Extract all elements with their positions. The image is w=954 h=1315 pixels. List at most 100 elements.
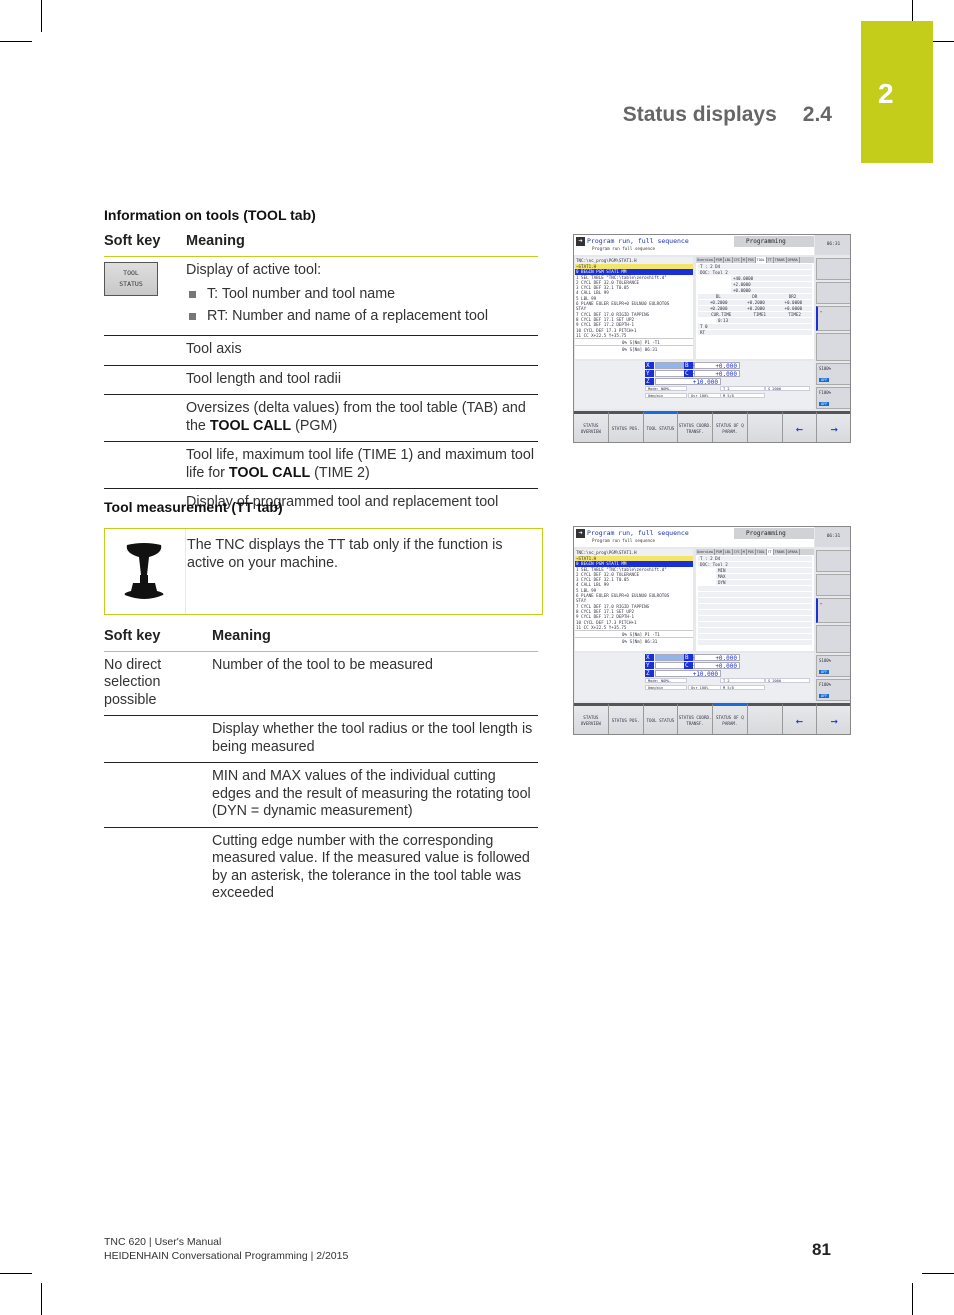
axis-value: +10.000 [655, 670, 721, 678]
spindle-button[interactable] [816, 258, 850, 280]
softkey[interactable]: ← [782, 703, 818, 734]
delta-value: +0.2000 [747, 300, 765, 305]
status-tab[interactable]: TRANS [774, 257, 787, 263]
machine-sidebar: ↔ S100% OFF F100% OFF [815, 548, 850, 701]
spindle-button[interactable] [816, 550, 850, 572]
info-tool: T 2 [720, 386, 765, 391]
info-mode: Mode: NOML. [645, 386, 687, 391]
tool-button[interactable] [816, 282, 850, 304]
table-row: Cutting edge number with the correspondi… [104, 827, 538, 909]
softkey[interactable]: STATUS POS. [608, 703, 644, 734]
table-row: MIN and MAX values of the individual cut… [104, 762, 538, 828]
softkey[interactable]: STATUS OVERVIEW [574, 703, 609, 734]
status-tab[interactable]: TOOL [756, 549, 767, 555]
table-row: Tool length and tool radii [104, 365, 538, 395]
status-tab[interactable]: TT [767, 257, 774, 263]
section-title-tool-tab: Information on tools (TOOL tab) [104, 207, 316, 223]
mode-title: Program run, full sequence [587, 237, 689, 245]
crop-mark [41, 1283, 42, 1315]
meaning-text: Cutting edge number with the correspondi… [212, 832, 530, 902]
status-window: Overview PGM LBL CYC M POS TOOL TT TRANS QPARA T :… [696, 257, 814, 359]
softkey[interactable]: STATUS COORD. TRANSF. [678, 411, 713, 442]
clock: 06:31 [815, 527, 850, 547]
softkey-text: No direct selection possible [104, 651, 212, 716]
footer: TNC 620 | User's Manual HEIDENHAIN Conve… [104, 1235, 348, 1263]
divider [185, 529, 186, 614]
softkey[interactable]: → [817, 411, 850, 442]
softkey[interactable]: STATUS OVERVIEW [574, 411, 609, 442]
softkey[interactable]: STATUS POS. [608, 411, 644, 442]
tt-edge-row [698, 598, 812, 603]
tool-button[interactable] [816, 574, 850, 596]
time-header: TIME2 [788, 312, 801, 317]
tt-edge-row [698, 586, 812, 591]
delta-value: +0.2000 [709, 300, 728, 305]
mode-subtitle: Program run full sequence [592, 538, 656, 543]
meaning-text: Oversizes (delta values) from the tool t… [186, 394, 538, 442]
note-text: The TNC displays the TT tab only if the … [187, 537, 503, 571]
tool-doc: DOC: Tool 2 [698, 270, 812, 275]
off-toggle[interactable]: OFF [819, 670, 830, 674]
softkey-label: STATUS POS. [611, 426, 640, 431]
meaning-text: Tool life, maximum tool life (TIME 1) an… [186, 441, 538, 489]
status-tab[interactable]: Overview [696, 549, 715, 555]
tool-status-softkey[interactable]: TOOL STATUS [104, 261, 158, 296]
crop-mark [0, 1273, 32, 1274]
off-toggle[interactable]: OFF [819, 402, 830, 406]
axis-label: C [684, 370, 693, 377]
softkey[interactable] [747, 703, 783, 734]
delta-header: DL [715, 294, 721, 299]
softkey[interactable]: TOOL STATUS [643, 411, 679, 442]
mode-subtitle: Program run full sequence [592, 246, 656, 251]
status-tab[interactable]: TOOL [755, 257, 767, 263]
running-head-section: 2.4 [802, 103, 832, 126]
spindle-override[interactable]: S100% OFF [816, 655, 850, 677]
softkey[interactable]: STATUS OF Q PARAM. [713, 411, 748, 442]
status-tab[interactable]: PGM [715, 549, 724, 555]
axis-label: Z [645, 378, 654, 385]
status-tab[interactable]: LBL [724, 549, 733, 555]
status-tabs: Overview PGM LBL CYC M POS TOOL TT TRANS QPARA [696, 549, 814, 555]
axis-label: B [684, 362, 693, 369]
bullet-item: RT: Number and name of a replacement too… [186, 308, 538, 326]
feed-override[interactable]: F100% OFF [816, 679, 850, 701]
tt-edge-row [698, 622, 812, 627]
table-row: Tool life, maximum tool life (TIME 1) an… [104, 441, 538, 489]
off-toggle[interactable]: OFF [819, 378, 830, 382]
empty-button [816, 333, 850, 361]
softkey[interactable]: STATUS OF Q PARAM. [713, 703, 748, 734]
softkey[interactable]: → [817, 703, 850, 734]
status-tab[interactable]: LBL [724, 257, 733, 263]
status-tab[interactable]: QPARA [787, 257, 800, 263]
mode-arrow-icon: ➜ [576, 237, 585, 246]
chapter-tab: 2 [861, 21, 933, 163]
status-tab[interactable]: POS [747, 549, 756, 555]
delta-header: DR2 [788, 294, 797, 299]
spindle-override[interactable]: S100% OFF [816, 363, 850, 385]
mode-arrow-icon: ➜ [576, 529, 585, 538]
status-tab[interactable]: QPARA [787, 549, 800, 555]
tnc-header: ➜ Program run, full sequence Program run f… [574, 235, 814, 255]
tool-dim-r2: +0.0000 [731, 288, 812, 293]
status-tab[interactable]: CYC [733, 257, 742, 263]
off-toggle[interactable]: OFF [819, 694, 830, 698]
override-label: S100% [819, 658, 832, 663]
status-tab[interactable]: TRANS [774, 549, 787, 555]
tool-measure-button[interactable]: ↔ [816, 306, 850, 331]
status-tab[interactable]: PGM [715, 257, 724, 263]
axis-value: +0.000 [694, 370, 740, 378]
softkey[interactable]: STATUS COORD. TRANSF. [678, 703, 713, 734]
status-tab[interactable]: Overview [696, 257, 715, 263]
keyword: TOOL CALL [209, 417, 292, 434]
tool-measure-button[interactable]: ↔ [816, 598, 850, 623]
status-tab[interactable]: CYC [733, 549, 742, 555]
programming-mode-button[interactable]: Programming [734, 528, 814, 539]
softkey[interactable] [747, 411, 783, 442]
status-tab[interactable]: TT [766, 549, 774, 555]
programming-mode-button[interactable]: Programming [734, 236, 814, 247]
delta-value: +0.2000 [709, 306, 728, 311]
feed-override[interactable]: F100% OFF [816, 387, 850, 409]
status-tab[interactable]: POS [747, 257, 756, 263]
softkey[interactable]: TOOL STATUS [643, 703, 679, 734]
softkey[interactable]: ← [782, 411, 818, 442]
